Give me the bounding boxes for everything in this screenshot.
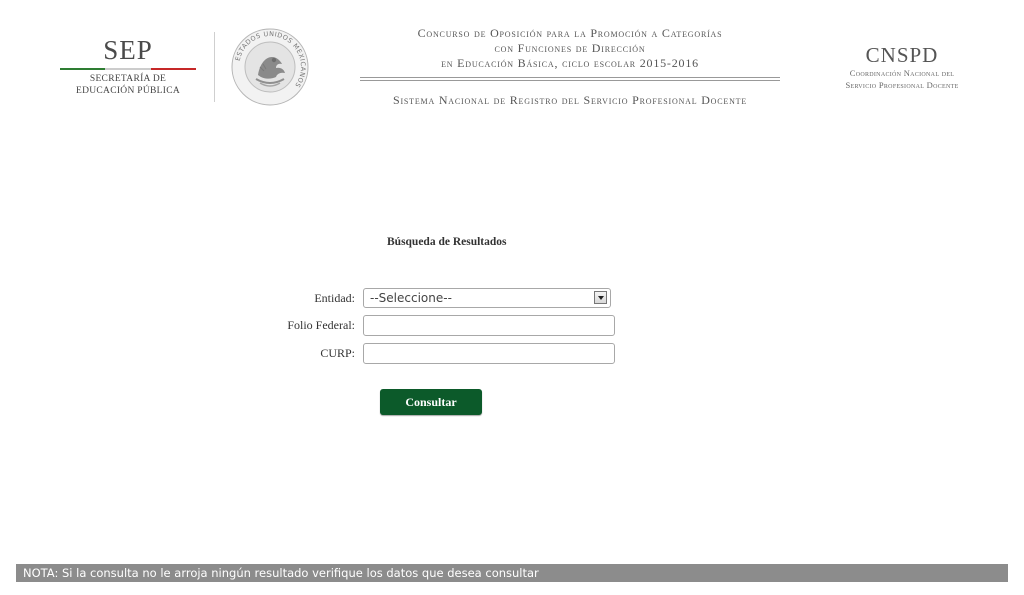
folio-federal-input[interactable]	[363, 314, 615, 336]
sep-subtitle-line1: SECRETARÍA DE	[89, 74, 167, 84]
header-center: Concurso de Oposición para la Promoción …	[340, 26, 800, 108]
entidad-label: Entidad:	[314, 290, 355, 305]
folio-row: Folio Federal:	[250, 313, 630, 337]
coat-of-arms-icon: ESTADOS UNIDOS MEXICANOS	[230, 27, 310, 107]
contest-title-line3: en Educación Básica, ciclo escolar 2015-…	[441, 56, 699, 70]
cnspd-logo: CNSPD Coordinación Nacional del Servicio…	[822, 44, 982, 90]
form-title: Búsqueda de Resultados	[387, 236, 507, 248]
cnspd-subtitle-line2: Servicio Profesional Docente	[845, 80, 959, 90]
nota-bar: NOTA: Si la consulta no le arroja ningún…	[16, 564, 1008, 582]
sep-logo: SEP SECRETARÍA DE EDUCACIÓN PÚBLICA	[58, 36, 198, 97]
folio-label: Folio Federal:	[287, 317, 355, 332]
entidad-selected-value: --Seleccione--	[370, 291, 452, 305]
curp-label: CURP:	[320, 345, 355, 360]
tricolor-rule	[60, 68, 196, 70]
system-name: Sistema Nacional de Registro del Servici…	[392, 93, 748, 107]
entidad-select[interactable]: --Seleccione--	[363, 288, 611, 308]
entidad-row: Entidad: --Seleccione--	[250, 286, 630, 310]
page: SEP SECRETARÍA DE EDUCACIÓN PÚBLICA ESTA…	[0, 0, 1024, 595]
contest-title-line2: con Funciones de Dirección	[494, 41, 646, 55]
sep-subtitle-line2: EDUCACIÓN PÚBLICA	[75, 86, 181, 96]
consultar-button[interactable]: Consultar	[380, 389, 482, 415]
curp-row: CURP:	[250, 341, 630, 365]
cnspd-subtitle-line1: Coordinación Nacional del	[849, 68, 955, 78]
cnspd-title: CNSPD	[865, 43, 939, 67]
chevron-down-icon[interactable]	[594, 291, 607, 304]
sep-title: SEP	[103, 35, 153, 65]
contest-title-line1: Concurso de Oposición para la Promoción …	[417, 26, 723, 40]
header-double-rule	[360, 77, 780, 81]
curp-input[interactable]	[363, 342, 615, 364]
header-divider	[214, 32, 215, 102]
